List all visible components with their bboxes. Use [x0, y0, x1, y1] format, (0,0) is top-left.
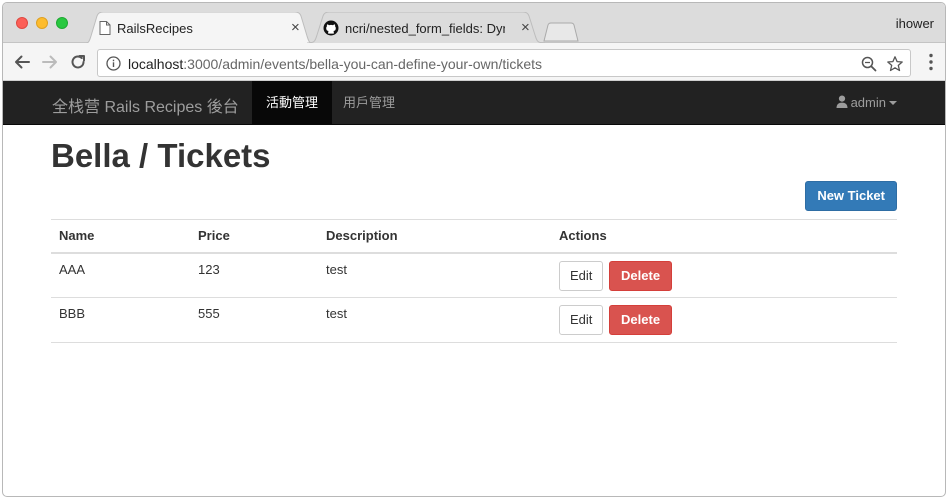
nav-item-events[interactable]: 活動管理 — [252, 81, 333, 125]
url-host: localhost — [128, 56, 184, 72]
minimize-window-button[interactable] — [36, 17, 48, 29]
column-header-description: Description — [318, 219, 551, 254]
info-icon[interactable] — [106, 56, 121, 71]
tab-title: RailsRecipes — [117, 21, 193, 36]
ticket-actions: Edit Delete — [551, 297, 897, 343]
page-icon — [99, 21, 111, 35]
star-icon[interactable] — [886, 55, 904, 73]
delete-button[interactable]: Delete — [609, 305, 673, 335]
ticket-name: AAA — [51, 252, 190, 298]
table-row: AAA 123 test Edit Delete — [51, 252, 897, 298]
url-text: localhost:3000/admin/events/bella-you-ca… — [128, 56, 542, 72]
back-arrow-icon[interactable] — [12, 52, 32, 72]
table-header-row: Name Price Description Actions — [51, 219, 897, 254]
user-name: admin — [850, 95, 886, 110]
browser-toolbar: localhost:3000/admin/events/bella-you-ca… — [3, 43, 945, 81]
github-icon — [323, 20, 339, 36]
close-window-button[interactable] — [16, 17, 28, 29]
user-icon — [836, 95, 848, 108]
new-ticket-button[interactable]: New Ticket — [805, 181, 897, 211]
address-bar[interactable]: localhost:3000/admin/events/bella-you-ca… — [97, 49, 911, 77]
forward-arrow-icon[interactable] — [40, 52, 60, 72]
app-navbar: 全栈营 Rails Recipes 後台 活動管理 用戶管理 admin — [3, 81, 945, 125]
column-header-name: Name — [51, 219, 190, 254]
tab-railsrecipes[interactable]: RailsRecipes × — [81, 12, 317, 44]
menu-icon[interactable] — [929, 53, 933, 71]
tab-close-icon[interactable]: × — [291, 19, 300, 36]
zoom-window-button[interactable] — [56, 17, 68, 29]
caret-down-icon — [889, 101, 897, 105]
ticket-description: test — [318, 297, 551, 343]
tab-nested-form-fields[interactable]: ncri/nested_form_fields: Dynam × — [307, 12, 545, 44]
ticket-actions: Edit Delete — [551, 252, 897, 298]
profile-name[interactable]: ihower — [896, 16, 934, 31]
ticket-description: test — [318, 252, 551, 298]
edit-button[interactable]: Edit — [559, 260, 604, 291]
new-tab-button[interactable] — [543, 22, 579, 42]
browser-window: RailsRecipes × ncri/nested_form_fields: … — [2, 2, 946, 497]
nav-item-users[interactable]: 用戶管理 — [329, 81, 409, 125]
delete-button[interactable]: Delete — [609, 260, 673, 291]
tab-title: ncri/nested_form_fields: Dynam — [345, 21, 505, 36]
zoom-icon[interactable] — [860, 55, 878, 73]
reload-icon[interactable] — [68, 52, 88, 72]
table-row: BBB 555 test Edit Delete — [51, 297, 897, 343]
ticket-name: BBB — [51, 297, 190, 343]
edit-button[interactable]: Edit — [559, 305, 604, 335]
navbar-brand[interactable]: 全栈营 Rails Recipes 後台 — [52, 93, 239, 117]
url-path: :3000/admin/events/bella-you-can-define-… — [183, 56, 543, 72]
column-header-actions: Actions — [551, 219, 897, 254]
tab-close-icon[interactable]: × — [521, 19, 530, 36]
ticket-price: 123 — [190, 252, 318, 298]
page-title: Bella / Tickets — [51, 137, 271, 174]
tickets-table: Name Price Description Actions AAA 123 t… — [51, 219, 897, 343]
column-header-price: Price — [190, 219, 318, 254]
tab-strip: RailsRecipes × ncri/nested_form_fields: … — [3, 3, 945, 44]
user-menu[interactable]: admin — [836, 81, 897, 125]
ticket-price: 555 — [190, 297, 318, 343]
